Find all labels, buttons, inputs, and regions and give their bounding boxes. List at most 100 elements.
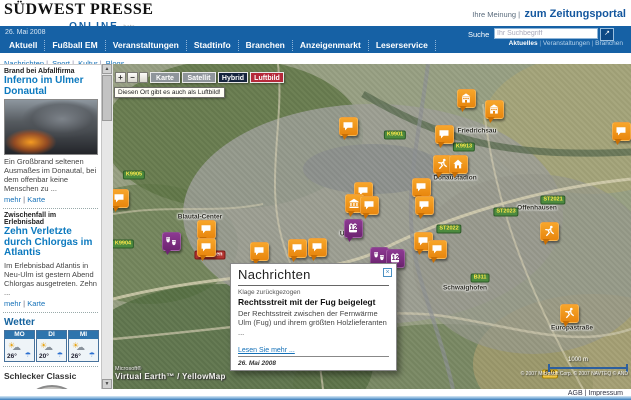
search-scope-branchen[interactable]: Branchen [595, 40, 623, 47]
weather-day-mi: MI☀☁26°☂ [68, 330, 99, 362]
runner-marker[interactable] [560, 304, 579, 323]
weather-temp: 26° [71, 353, 81, 360]
article-link-karte[interactable]: Karte [27, 299, 45, 308]
map-canvas[interactable]: + − KarteSatellitHybridLuftbild Diesen O… [113, 64, 631, 389]
weather-icon-sun-cloud-rain: ☀☁20°☂ [37, 339, 66, 361]
weather-icon-sun-cloud-rain: ☀☁26°☂ [5, 339, 34, 361]
popup-separator [238, 356, 389, 357]
nav-item-stadtinfo[interactable]: Stadtinfo [187, 40, 239, 51]
weather-table: MO☀☁26°☂DI☀☁20°☂MI☀☁26°☂ [4, 330, 101, 362]
calendar-marker[interactable]: 12 [344, 219, 363, 238]
scale-label: 1000 m [568, 357, 588, 363]
rain-icon: ☂ [89, 351, 95, 359]
scroll-up-button[interactable]: ▲ [102, 64, 112, 74]
speech-bubble-icon [291, 242, 303, 254]
article-kicker: Zwischenfall im Erlebnisbad [4, 212, 97, 226]
article-list: Brand bei AbfallfirmaInferno im Ulmer Do… [0, 65, 101, 308]
popup-headline[interactable]: Rechtsstreit mit der Fug beigelegt [238, 297, 389, 307]
map-type-karte-button[interactable]: Karte [150, 72, 180, 83]
search-scope-aktuelles[interactable]: Aktuelles [509, 40, 543, 47]
zeitungsportal-link[interactable]: zum Zeitungsportal [525, 8, 626, 20]
map-type-luftbild-button[interactable]: Luftbild [250, 72, 284, 83]
speech-bubble-icon [342, 120, 354, 132]
date-label: 26. Mai 2008 [5, 29, 45, 36]
speech-bubble-marker[interactable] [612, 122, 631, 141]
map-mode-mini-button[interactable] [139, 72, 148, 83]
article-links: mehrKarte [4, 299, 97, 308]
nav-item-veranstaltungen[interactable]: Veranstaltungen [106, 40, 187, 51]
article-title[interactable]: Zehn Verletzte durch Chlorgas im Atlanti… [4, 227, 97, 259]
runner-marker[interactable] [540, 222, 559, 241]
speech-bubble-marker[interactable] [339, 117, 358, 136]
speech-bubble-marker[interactable] [197, 238, 216, 257]
ihre-meinung-link[interactable]: Ihre Meinung | [472, 10, 520, 19]
speech-bubble-marker[interactable] [288, 239, 307, 258]
house-marker[interactable] [449, 155, 468, 174]
scroll-down-button[interactable]: ▼ [102, 379, 112, 389]
runner-icon [563, 307, 575, 319]
weather-temp: 20° [39, 353, 49, 360]
weather-day-label: MO [5, 331, 34, 339]
speech-bubble-marker[interactable] [250, 242, 269, 261]
nav-item-aktuell[interactable]: Aktuell [2, 40, 45, 51]
speech-bubble-icon [200, 241, 212, 253]
map-type-hybrid-button[interactable]: Hybrid [218, 72, 248, 83]
road-badge-st2021: ST2021 [540, 196, 565, 205]
article-title[interactable]: Inferno im Ulmer Donautal [4, 76, 97, 97]
building-marker[interactable] [457, 89, 476, 108]
weather-day-mo: MO☀☁26°☂ [4, 330, 35, 362]
nav-item-fußball-em[interactable]: Fußball EM [45, 40, 105, 51]
popup-rule [238, 285, 389, 286]
sub-nav: NachrichtenSportKulturBlogs [0, 53, 631, 64]
footer-divider [0, 396, 631, 400]
arrow-icon: ↗ [604, 30, 610, 37]
masthead: SÜDWEST PRESSE ONLINE beta Ihre Meinung … [0, 0, 631, 26]
speech-bubble-marker[interactable] [113, 189, 129, 208]
map-copyright: © 2007 Microsoft Corp. © 2007 NAVTEQ © A… [458, 371, 628, 377]
speech-bubble-marker[interactable] [360, 196, 379, 215]
house-icon [452, 158, 464, 170]
speech-bubble-marker[interactable] [197, 220, 216, 239]
masks-marker[interactable] [162, 232, 181, 251]
article-link-karte[interactable]: Karte [27, 195, 45, 204]
road-badge-k9913: K9913 [453, 143, 475, 152]
road-badge-k9901: K9901 [384, 131, 406, 140]
building-icon [460, 92, 472, 104]
speech-bubble-marker[interactable] [415, 196, 434, 215]
main-nav: AktuellFußball EMVeranstaltungenStadtinf… [2, 39, 436, 52]
scroll-thumb[interactable] [102, 75, 112, 121]
map-watermark: Microsoft® Virtual Earth™ / YellowMap [115, 367, 226, 381]
nav-item-leserservice[interactable]: Leserservice [369, 40, 436, 51]
search-input[interactable] [494, 28, 598, 39]
popup-body: Der Rechtsstreit zwischen der Fernwärme … [238, 309, 387, 337]
speech-bubble-marker[interactable] [428, 240, 447, 259]
speech-bubble-marker[interactable] [412, 178, 431, 197]
speech-bubble-marker[interactable] [435, 125, 454, 144]
search-scopes: AktuellesVeranstaltungenBranchen [509, 40, 623, 47]
search-scope-veranstaltungen[interactable]: Veranstaltungen [543, 40, 595, 47]
sidebar-scrollbar[interactable]: ▲ ▼ [101, 64, 113, 389]
zoom-in-button[interactable]: + [115, 72, 126, 83]
road-badge-st2023: ST2023 [493, 208, 518, 217]
popup-kicker: Klage zurückgezogen [238, 289, 301, 296]
article-link-mehr[interactable]: mehr [4, 195, 27, 204]
speech-bubble-icon [311, 241, 323, 253]
speech-bubble-icon [253, 245, 265, 257]
speech-bubble-marker[interactable] [308, 238, 327, 257]
nav-item-branchen[interactable]: Branchen [239, 40, 293, 51]
nav-item-anzeigenmarkt[interactable]: Anzeigenmarkt [293, 40, 369, 51]
zoom-out-button[interactable]: − [127, 72, 138, 83]
article-kicker: Brand bei Abfallfirma [4, 68, 97, 75]
road-badge-b311: B311 [471, 274, 490, 283]
place-label-offenhausen: Offenhausen [517, 205, 557, 212]
weather-temp: 26° [7, 353, 17, 360]
top-bar: 26. Mai 2008 Suche ↗ AktuellesVeranstalt… [0, 26, 631, 53]
speech-bubble-icon [438, 128, 450, 140]
news-popup: Nachrichten × Klage zurückgezogen Rechts… [230, 263, 397, 371]
map-type-satellit-button[interactable]: Satellit [182, 72, 216, 83]
close-icon[interactable]: × [383, 268, 392, 277]
article-link-mehr[interactable]: mehr [4, 299, 27, 308]
popup-more-link[interactable]: Lesen Sie mehr ... [238, 347, 295, 354]
building-marker[interactable] [485, 100, 504, 119]
road-badge-st2022: ST2022 [436, 225, 461, 234]
